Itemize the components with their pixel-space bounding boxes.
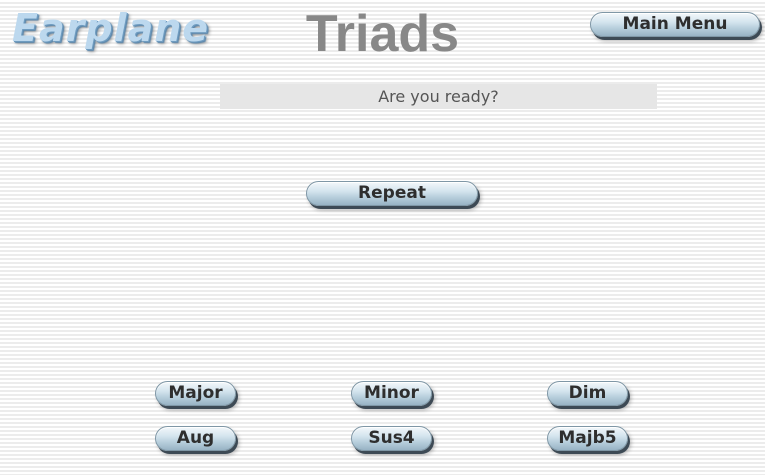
answer-aug-button[interactable]: Aug [155,426,236,451]
answer-minor-button[interactable]: Minor [351,381,432,406]
repeat-button[interactable]: Repeat [306,181,478,206]
main-menu-button[interactable]: Main Menu [590,12,760,37]
answer-sus4-button[interactable]: Sus4 [351,426,432,451]
answer-dim-button[interactable]: Dim [547,381,628,406]
answer-majb5-button[interactable]: Majb5 [547,426,628,451]
answer-major-button[interactable]: Major [155,381,236,406]
status-message: Are you ready? [220,84,657,109]
